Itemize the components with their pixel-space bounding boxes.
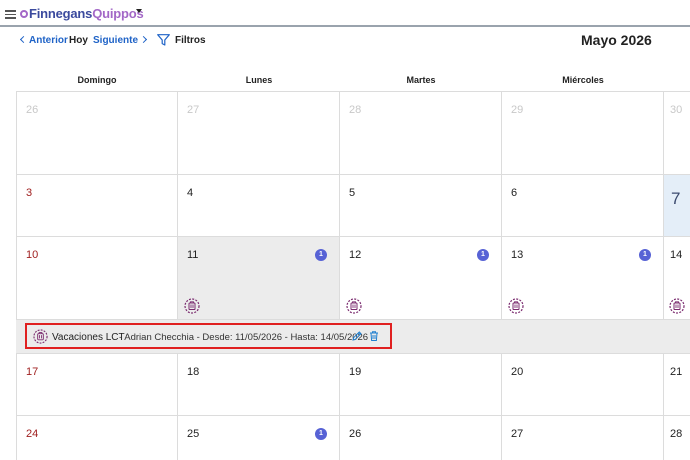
day-number: 5 [349,187,356,199]
vacation-event-icon[interactable] [669,298,685,314]
event-count-badge: 1 [315,428,327,440]
event-count-badge: 1 [639,249,651,261]
weekday-sunday: Domingo [77,75,117,85]
day-cell[interactable]: 28 [664,416,690,460]
edit-icon[interactable] [351,330,363,342]
day-number: 28 [670,428,683,440]
day-number: 21 [670,366,683,378]
day-number: 6 [511,187,518,199]
day-number: 20 [511,366,524,378]
day-number: 14 [670,249,683,261]
day-cell[interactable]: 5 [340,175,502,237]
day-number: 7 [671,189,681,208]
event-detail-item[interactable]: Vacaciones LCT - Adrian Checchia - Desde… [25,323,392,349]
day-number: 18 [187,366,200,378]
day-cell[interactable]: 3 [16,175,178,237]
day-cell[interactable]: 26 [340,416,502,460]
day-cell[interactable]: 20 [502,354,664,416]
day-number: 13 [511,249,524,261]
company-dropdown-icon[interactable] [136,9,142,13]
day-number: 12 [349,249,362,261]
previous-button[interactable]: Anterior [19,35,68,46]
day-number: 30 [670,104,683,116]
today-button[interactable]: Hoy [69,35,88,46]
day-cell[interactable]: 26 [16,92,178,175]
event-count-badge: 1 [477,249,489,261]
day-cell[interactable]: 18 [178,354,340,416]
app-logo[interactable]: FinnegansQuippos [20,6,144,21]
day-cell-today[interactable]: 7 [664,175,690,237]
weekday-wednesday: Miércoles [562,75,604,85]
day-cell[interactable]: 13 1 [502,237,664,320]
month-title: Mayo 2026 [581,32,652,48]
day-number: 19 [349,366,362,378]
day-cell-selected[interactable]: 11 1 [178,237,340,320]
menu-icon[interactable] [5,10,16,19]
calendar-toolbar: Anterior Hoy Siguiente Filtros Mayo 2026 [0,27,690,57]
day-number: 24 [26,428,39,440]
day-number: 10 [26,249,39,261]
event-description: - Adrian Checchia - Desde: 11/05/2026 - … [119,332,369,343]
day-number: 25 [187,428,200,440]
vacation-event-icon[interactable] [346,298,362,314]
filter-icon [157,34,170,46]
day-cell[interactable]: 17 [16,354,178,416]
day-cell[interactable]: 27 [178,92,340,175]
vacation-event-icon[interactable] [508,298,524,314]
day-cell[interactable]: 25 1 [178,416,340,460]
day-cell[interactable]: 19 [340,354,502,416]
day-cell[interactable]: 10 [16,237,178,320]
day-cell[interactable]: 29 [502,92,664,175]
day-number: 27 [511,428,524,440]
next-button[interactable]: Siguiente [93,35,148,46]
day-number: 26 [349,428,362,440]
top-bar: FinnegansQuippos [0,0,690,27]
day-cell[interactable]: 21 [664,354,690,416]
delete-icon[interactable] [368,330,380,342]
logo-mark-icon [20,10,28,18]
day-cell[interactable]: 12 1 [340,237,502,320]
vacation-event-icon[interactable] [184,298,200,314]
day-number: 11 [187,249,199,261]
day-cell[interactable]: 14 [664,237,690,320]
weekday-tuesday: Martes [406,75,436,85]
event-detail-panel: Vacaciones LCT - Adrian Checchia - Desde… [16,320,690,354]
month-calendar: Domingo Lunes Martes Miércoles 26 27 28 … [16,68,690,460]
chevron-left-icon [19,35,28,44]
vacation-event-icon [33,329,48,344]
event-title: Vacaciones LCT [52,332,125,343]
weekday-header: Domingo Lunes Martes Miércoles [16,68,690,92]
day-cell[interactable]: 28 [340,92,502,175]
chevron-right-icon [139,35,148,44]
day-number: 28 [349,104,362,116]
day-cell[interactable]: 24 [16,416,178,460]
day-number: 3 [26,187,33,199]
day-cell[interactable]: 30 [664,92,690,175]
day-cell[interactable]: 4 [178,175,340,237]
day-number: 29 [511,104,524,116]
day-number: 17 [26,366,39,378]
event-count-badge: 1 [315,249,327,261]
day-number: 4 [187,187,194,199]
day-cell[interactable]: 27 [502,416,664,460]
day-number: 27 [187,104,200,116]
weekday-monday: Lunes [245,75,273,85]
day-cell[interactable]: 6 [502,175,664,237]
day-number: 26 [26,104,39,116]
